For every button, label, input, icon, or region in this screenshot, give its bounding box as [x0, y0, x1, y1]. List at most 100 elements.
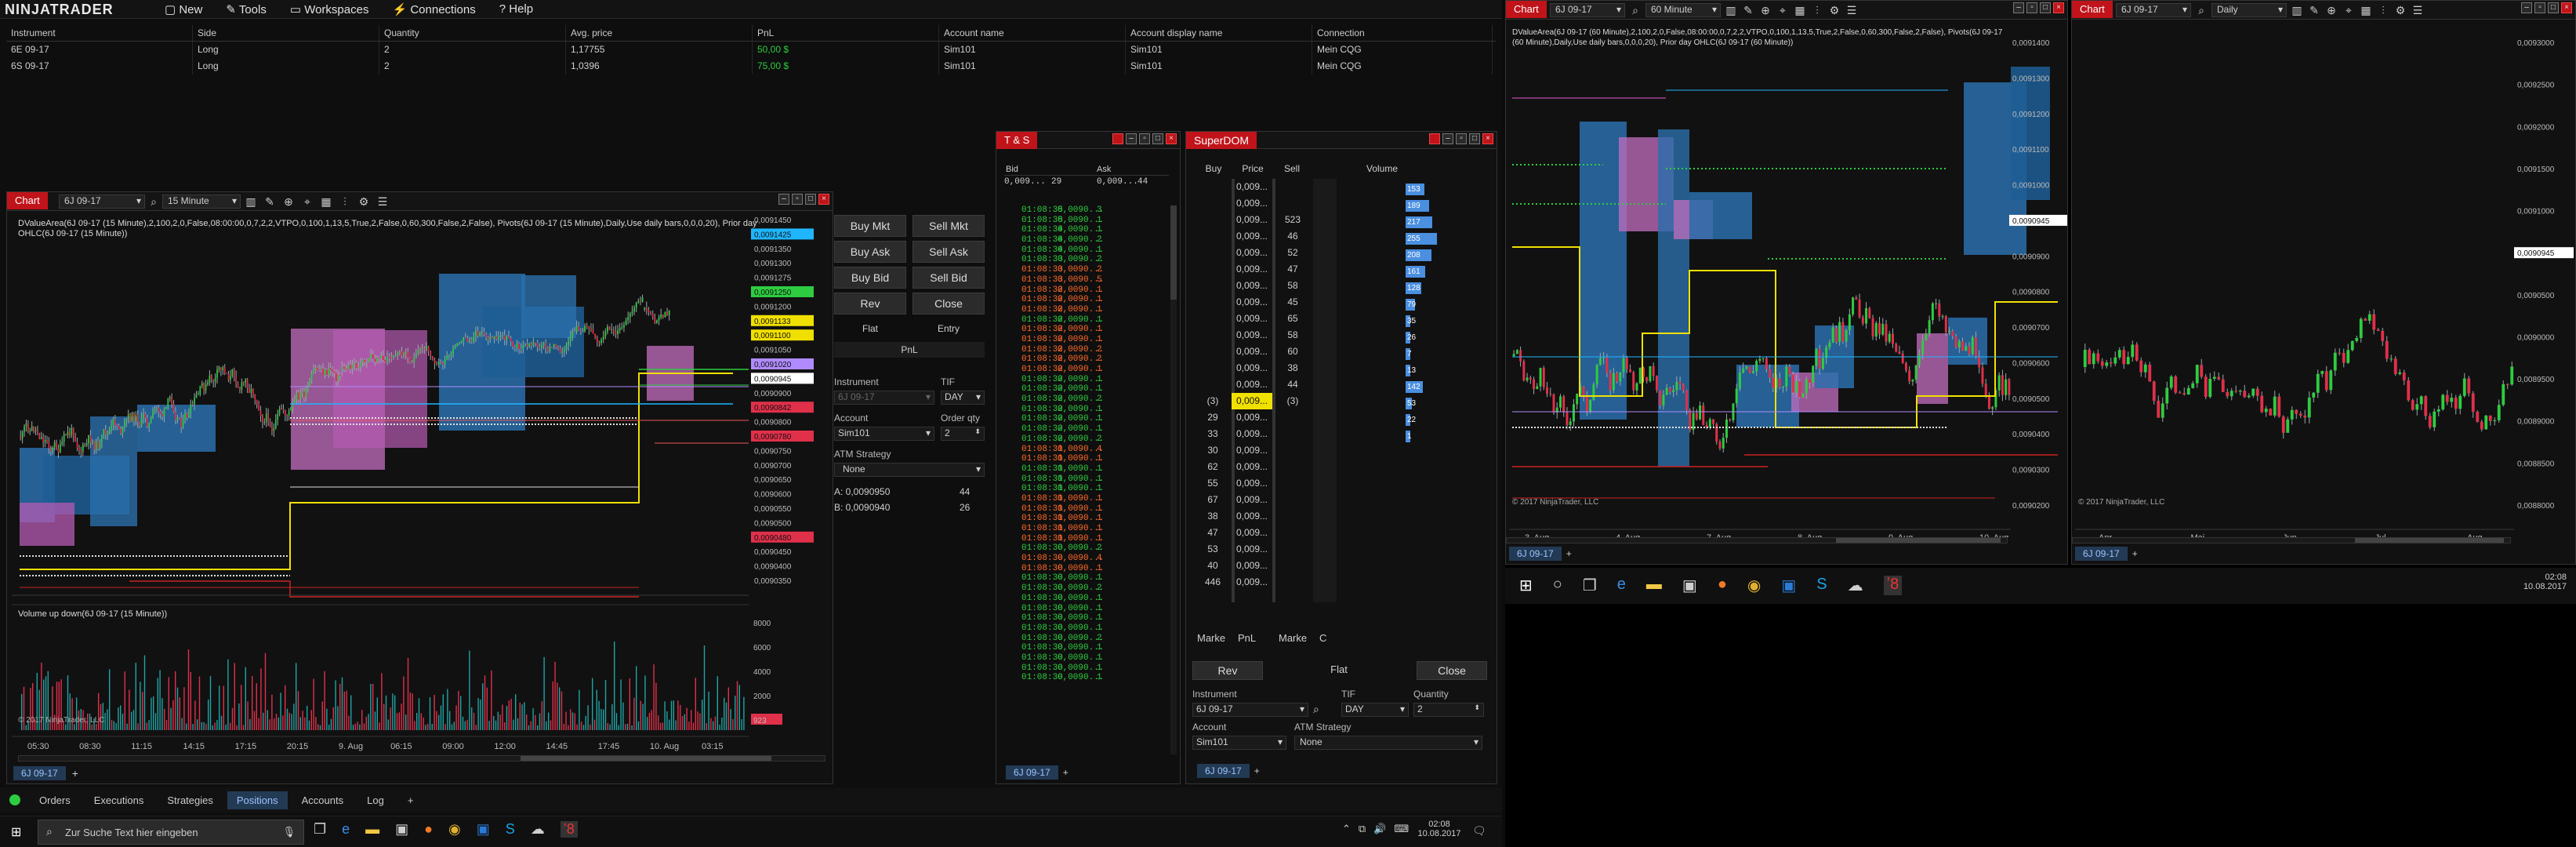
dom-buy-cell[interactable] — [1194, 278, 1232, 294]
dom-price-cell[interactable]: 0,009... — [1232, 360, 1272, 376]
search-icon[interactable]: ⌕ — [147, 194, 161, 209]
dom-sell-cell[interactable] — [1272, 558, 1313, 574]
chart1-tab[interactable]: 6J 09-17 — [13, 766, 66, 780]
dom-sell-cell[interactable]: 44 — [1272, 376, 1313, 393]
menu-help[interactable]: ? Help — [499, 2, 533, 16]
zoom-icon[interactable]: ⊕ — [2324, 3, 2338, 17]
dom-price-cell[interactable]: 0,009... — [1232, 261, 1272, 278]
dom-market-sell-button[interactable]: Marke — [1279, 632, 1313, 644]
dom-price-cell[interactable]: 0,009... — [1232, 311, 1272, 327]
dom-price-cell[interactable]: 0,009... — [1232, 541, 1272, 558]
dom-row[interactable]: 0,009... 523 — [1194, 212, 1313, 228]
col-connection[interactable]: Connection — [1312, 25, 1493, 41]
close-position-button[interactable]: Close — [912, 293, 985, 314]
dom-price-cell[interactable]: 0,009... — [1232, 574, 1272, 591]
indicator-icon[interactable]: ⫶ — [1810, 3, 1824, 17]
dom-sell-cell[interactable] — [1272, 492, 1313, 508]
tab-executions[interactable]: Executions — [85, 791, 154, 809]
bar-type-icon[interactable]: ▥ — [244, 194, 258, 209]
dom-row[interactable]: 40 0,009... — [1194, 558, 1313, 574]
ts-scrollbar[interactable] — [1170, 205, 1177, 754]
dom-buy-cell[interactable] — [1194, 195, 1232, 212]
dom-row[interactable]: (3) 0,009... (3) — [1194, 393, 1313, 409]
dom-buy-cell[interactable]: 62 — [1194, 459, 1232, 475]
dom-sell-cell[interactable] — [1272, 475, 1313, 492]
minimize-icon[interactable]: – — [778, 194, 789, 205]
close-icon[interactable]: × — [818, 194, 829, 205]
tif-select[interactable]: DAY ▾ — [941, 391, 985, 405]
notification-icon[interactable]: 🗨 — [1472, 824, 1486, 838]
props-icon[interactable]: ☰ — [376, 194, 390, 209]
dom-buy-cell[interactable] — [1194, 245, 1232, 261]
bar-type-icon[interactable]: ▥ — [1724, 3, 1738, 17]
search-icon[interactable]: ⌕ — [2194, 3, 2208, 17]
add-tab-icon[interactable]: + — [1566, 548, 1572, 559]
dom-sell-cell[interactable]: 58 — [1272, 327, 1313, 344]
dom-row[interactable]: 0,009... 38 — [1194, 360, 1313, 376]
props-icon[interactable]: ☰ — [1845, 3, 1859, 17]
add-tab-icon[interactable]: + — [2132, 548, 2138, 559]
draw-icon[interactable]: ✎ — [2307, 3, 2321, 17]
maximize-icon[interactable]: □ — [1152, 133, 1163, 144]
restore-icon[interactable]: ▫ — [1456, 133, 1467, 144]
strategy-icon[interactable]: ⚙ — [357, 194, 371, 209]
dom-buy-cell[interactable]: 29 — [1194, 409, 1232, 426]
tab-positions[interactable]: Positions — [227, 791, 288, 809]
col-pnl[interactable]: PnL — [753, 25, 939, 41]
dom-row[interactable]: 33 0,009... — [1194, 426, 1313, 442]
chart3-tab[interactable]: 6J 09-17 — [2075, 547, 2128, 561]
windows-start-icon[interactable]: ⊞ — [1519, 576, 1533, 595]
dom-buy-cell[interactable]: 40 — [1194, 558, 1232, 574]
chart3-price-axis[interactable]: 0,0093000 0,0092500 0,0092000 0,0091500 0,00… — [2514, 39, 2574, 511]
dom-row[interactable]: 0,009... 45 — [1194, 294, 1313, 311]
chart2-scrollbar[interactable] — [1506, 537, 2008, 543]
dom-buy-cell[interactable]: 30 — [1194, 442, 1232, 459]
chart1-price-panel[interactable]: 0,0091450 0,0091425 0,0091350 0,0091300 0,00… — [12, 213, 827, 769]
dom-buy-cell[interactable] — [1194, 311, 1232, 327]
dom-price-cell[interactable]: 0,009... — [1232, 195, 1272, 212]
dom-price-cell[interactable]: 0,009... — [1232, 294, 1272, 311]
close-icon[interactable]: × — [1166, 133, 1177, 144]
order-qty-stepper[interactable]: 2 ⬍ — [941, 427, 985, 441]
firefox-icon[interactable]: ● — [424, 821, 433, 838]
dom-sell-cell[interactable] — [1272, 179, 1313, 195]
search-icon[interactable]: ⌕ — [1628, 3, 1642, 17]
dom-buy-cell[interactable]: (3) — [1194, 393, 1232, 409]
tray-chevron-icon[interactable]: ⌃ — [1342, 823, 1351, 835]
chart3-scrollbar[interactable] — [2072, 537, 2511, 543]
dom-sell-cell[interactable]: 38 — [1272, 360, 1313, 376]
close-icon[interactable]: × — [1482, 133, 1493, 144]
sell-market-button[interactable]: Sell Mkt — [912, 215, 985, 237]
dom-row[interactable]: 55 0,009... — [1194, 475, 1313, 492]
restore-icon[interactable]: ▫ — [1139, 133, 1150, 144]
dom-sell-cell[interactable] — [1272, 409, 1313, 426]
chart2-instrument-select[interactable]: 6J 09-17 ▾ — [1550, 3, 1625, 17]
dom-sell-cell[interactable] — [1272, 426, 1313, 442]
dom-row[interactable]: 0,009... 44 — [1194, 376, 1313, 393]
tray-network-icon[interactable]: ⧉ — [1359, 823, 1366, 835]
dom-price-cell[interactable]: 0,009... — [1232, 492, 1272, 508]
taskbar-search-box[interactable]: ⌕ Zur Suche Text hier eingeben 🎙 — [38, 820, 304, 845]
taskbar-clock[interactable]: 02:08 — [1417, 820, 1461, 829]
sell-ask-button[interactable]: Sell Ask — [912, 241, 985, 263]
cortana-icon[interactable]: ○ — [1553, 576, 1562, 595]
draw-icon[interactable]: ✎ — [263, 194, 277, 209]
dom-buy-cell[interactable] — [1194, 294, 1232, 311]
dom-price-cell[interactable]: 0,009... — [1232, 179, 1272, 195]
network-app-icon[interactable]: ☁ — [531, 821, 545, 838]
minimize-icon[interactable]: – — [1126, 133, 1137, 144]
dom-row[interactable]: 0,009... 60 — [1194, 344, 1313, 360]
restore-icon[interactable]: ▫ — [2534, 2, 2545, 13]
dom-price-cell[interactable]: 0,009... — [1232, 212, 1272, 228]
store-icon[interactable]: ▣ — [1682, 576, 1697, 595]
buy-market-button[interactable]: Buy Mkt — [834, 215, 906, 237]
dom-row[interactable]: 67 0,009... — [1194, 492, 1313, 508]
strategy-icon[interactable]: ⚙ — [2393, 3, 2407, 17]
dom-buy-cell[interactable] — [1194, 179, 1232, 195]
chart1-instrument-select[interactable]: 6J 09-17 ▾ — [59, 194, 145, 209]
dom-sell-cell[interactable]: 58 — [1272, 278, 1313, 294]
dom-buy-cell[interactable]: 55 — [1194, 475, 1232, 492]
dom-sell-cell[interactable] — [1272, 574, 1313, 591]
dom-qty-stepper[interactable]: 2 ⬍ — [1413, 703, 1484, 717]
firefox-icon[interactable]: ● — [1718, 576, 1727, 595]
